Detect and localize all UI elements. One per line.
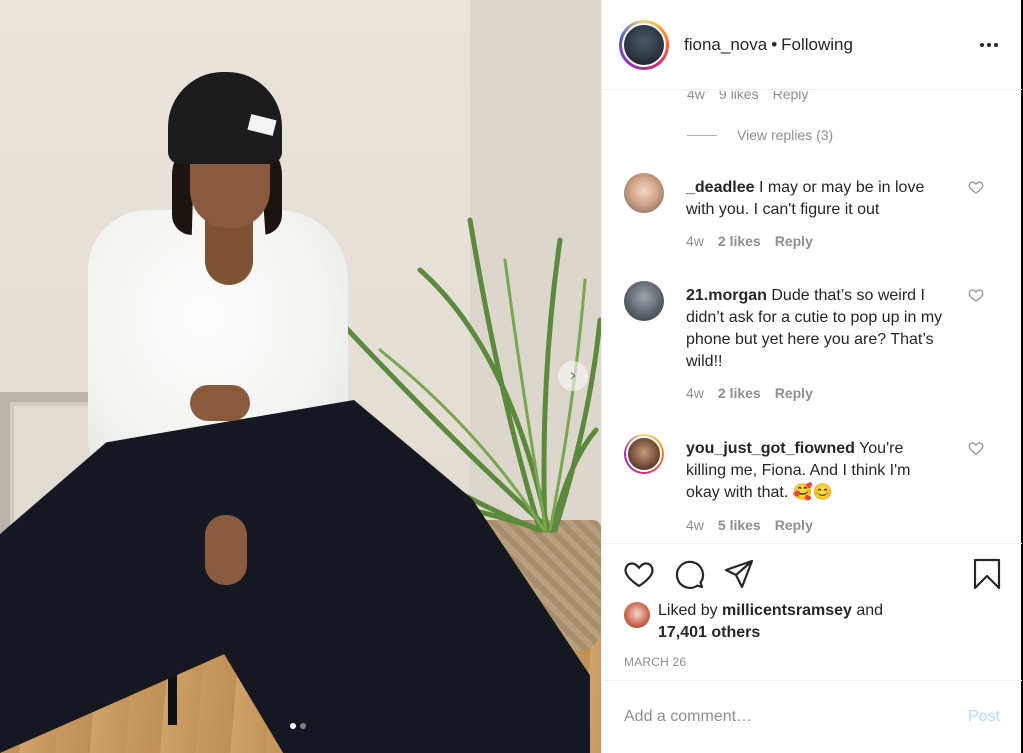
comment-time: 4w — [686, 385, 704, 401]
view-replies-label: View replies (3) — [737, 127, 834, 143]
post-comment-button[interactable]: Post — [968, 708, 1000, 726]
post-sidebar: fiona_nova • Following 4w 9 likes Reply Vi… — [601, 0, 1022, 753]
comment-time: 4w — [686, 517, 704, 533]
reply-button[interactable]: Reply — [775, 233, 813, 249]
comment-time: 4w — [687, 91, 705, 102]
commenter-username[interactable]: _deadlee — [686, 179, 754, 196]
comment-meta: 4w 2 likes Reply — [686, 233, 813, 249]
reply-button[interactable]: Reply — [775, 517, 813, 533]
following-button[interactable]: Following — [781, 35, 853, 54]
heart-icon[interactable] — [968, 179, 984, 195]
view-replies-button[interactable]: View replies (3) — [687, 127, 833, 143]
add-comment-bar: Post — [602, 680, 1022, 753]
liked-by-prefix: Liked by — [658, 602, 718, 619]
carousel-indicator — [290, 723, 306, 729]
heart-icon[interactable] — [968, 287, 984, 303]
commenter-avatar[interactable] — [624, 281, 664, 321]
comment-meta: 4w 2 likes Reply — [686, 385, 813, 401]
liked-by-row: Liked by millicentsramsey and 17,401 oth… — [624, 600, 883, 644]
commenter-avatar[interactable] — [624, 434, 664, 474]
bookmark-icon[interactable] — [971, 558, 1003, 590]
comment-likes[interactable]: 2 likes — [718, 385, 761, 401]
liker-avatar[interactable] — [624, 602, 650, 628]
replies-divider — [687, 134, 717, 136]
heart-icon[interactable] — [623, 558, 655, 590]
commenter-username[interactable]: you_just_got_fiowned — [686, 440, 855, 457]
post-photo[interactable]: › — [0, 0, 601, 753]
comment-text: you_just_got_fiowned You're killing me, … — [686, 438, 946, 504]
author-username[interactable]: fiona_nova — [684, 35, 767, 54]
comment-time: 4w — [686, 233, 704, 249]
comment-likes[interactable]: 2 likes — [718, 233, 761, 249]
carousel-dot — [300, 723, 306, 729]
photo-hand — [205, 515, 247, 585]
comment-input[interactable] — [624, 708, 968, 726]
commenter-avatar[interactable] — [624, 173, 664, 213]
chevron-right-icon[interactable]: › — [558, 361, 588, 391]
post-actions: Liked by millicentsramsey and 17,401 oth… — [602, 543, 1022, 680]
share-icon[interactable] — [723, 558, 755, 590]
post-date[interactable]: MARCH 26 — [624, 655, 686, 669]
comment-meta: 4w 5 likes Reply — [686, 517, 813, 533]
comment-text: _deadlee I may or may be in love with yo… — [686, 177, 946, 221]
comment-icon[interactable] — [673, 558, 705, 590]
comment-likes[interactable]: 9 likes — [719, 91, 759, 102]
header-separator: • — [771, 34, 778, 54]
carousel-dot-active — [290, 723, 296, 729]
photo-hand — [190, 385, 250, 421]
comment-likes[interactable]: 5 likes — [718, 517, 761, 533]
author-info: fiona_nova • Following — [684, 35, 853, 55]
comment-text: 21.morgan Dude that’s so weird I didn’t … — [686, 285, 946, 373]
liker-username[interactable]: millicentsramsey — [722, 602, 852, 619]
more-horizontal-icon[interactable] — [980, 35, 1000, 55]
liked-by-text: Liked by millicentsramsey and 17,401 oth… — [658, 600, 883, 644]
comments-list[interactable]: 4w 9 likes Reply View replies (3) _deadl… — [602, 91, 1022, 543]
liked-by-and: and — [856, 602, 884, 619]
reply-button[interactable]: Reply — [773, 91, 809, 102]
author-avatar-ring[interactable] — [619, 19, 669, 70]
commenter-username[interactable]: 21.morgan — [686, 287, 767, 304]
reply-button[interactable]: Reply — [775, 385, 813, 401]
previous-comment-meta: 4w 9 likes Reply — [687, 91, 808, 102]
likes-count[interactable]: 17,401 others — [658, 624, 760, 641]
post-header: fiona_nova • Following — [602, 0, 1022, 90]
author-avatar[interactable] — [622, 22, 666, 67]
heart-icon[interactable] — [968, 440, 984, 456]
commenter-avatar-image — [626, 436, 662, 472]
